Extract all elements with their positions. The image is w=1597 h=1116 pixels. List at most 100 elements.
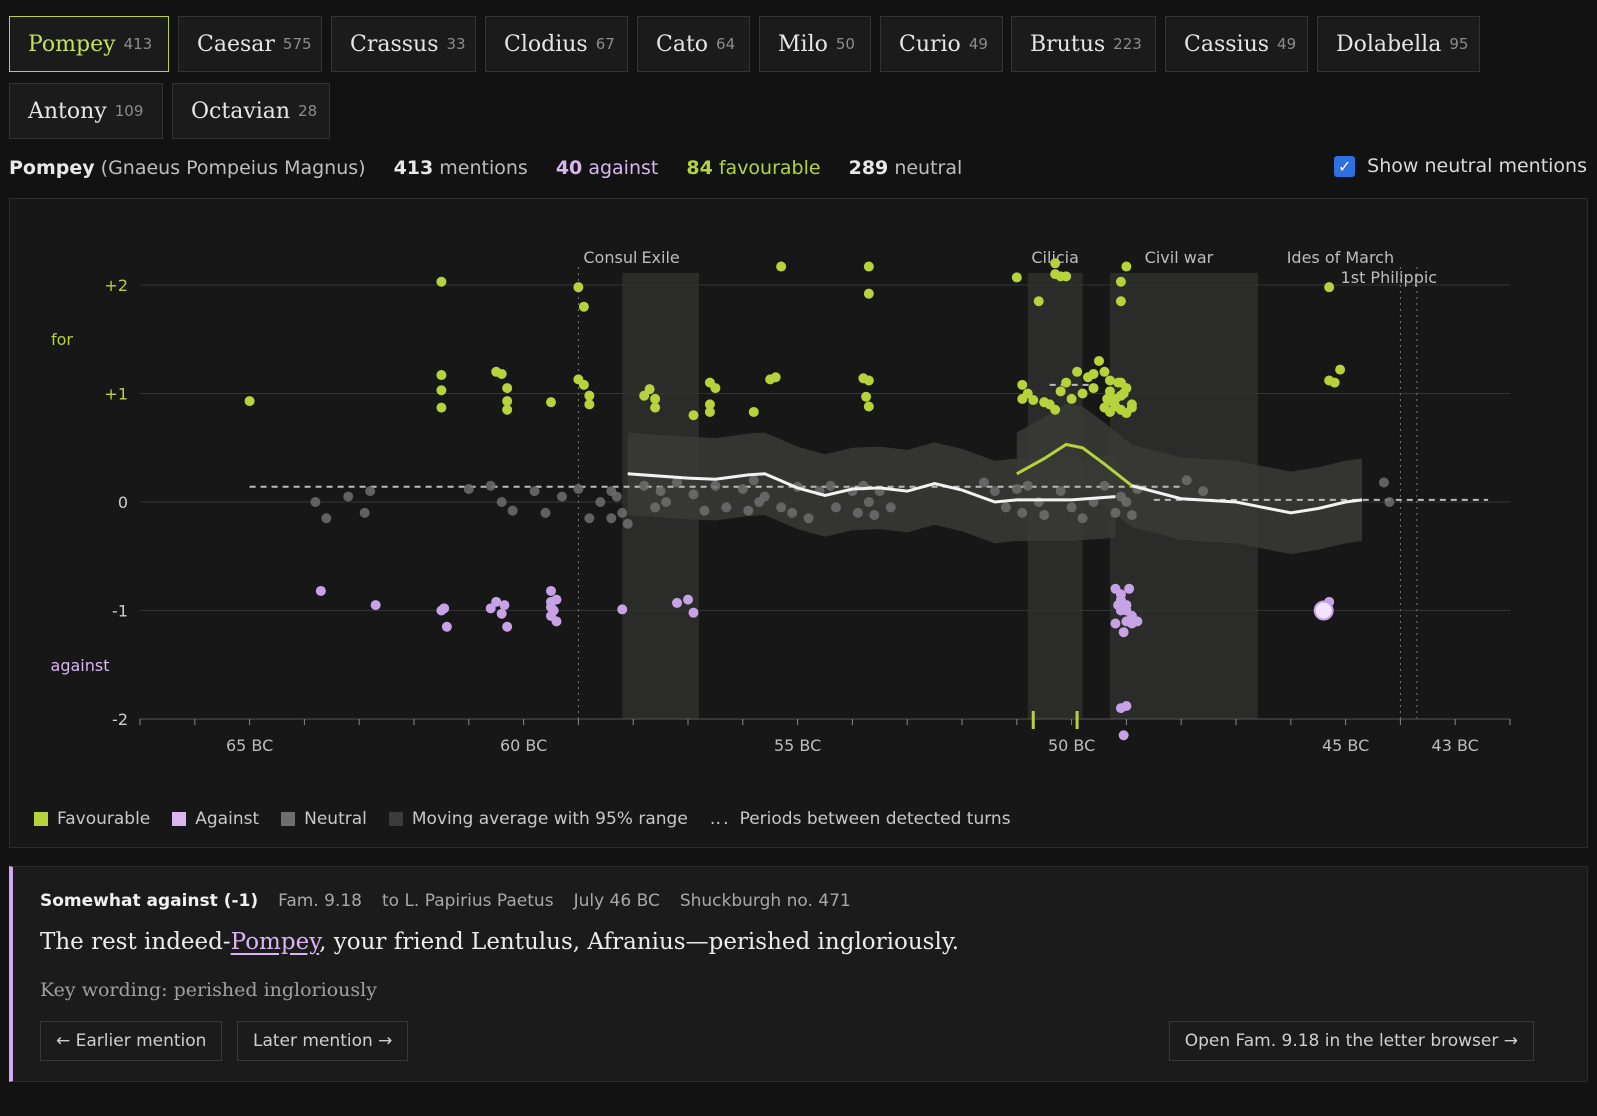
- legend-label: Favourable: [57, 809, 151, 829]
- favourable-point: [1066, 393, 1077, 404]
- x-tick-label: 55 BC: [774, 736, 821, 755]
- tab-curio[interactable]: Curio 49: [880, 16, 1003, 72]
- against-point: [548, 605, 559, 616]
- favourable-point: [436, 385, 447, 396]
- y-tick-label: +2: [104, 276, 128, 295]
- neutral-point: [573, 483, 584, 494]
- shuckburgh-number: Shuckburgh no. 471: [679, 891, 851, 911]
- tab-cassius[interactable]: Cassius 49: [1165, 16, 1308, 72]
- neutral-point: [540, 507, 551, 518]
- neutral-point: [1066, 502, 1077, 513]
- legend-moving-avg: Moving average with 95% range: [388, 809, 688, 829]
- y-tick-label: +1: [104, 385, 128, 404]
- favourable-point: [578, 379, 589, 390]
- period-label: Exile: [641, 248, 679, 267]
- against-label: against: [588, 157, 659, 179]
- neutral-point: [1039, 510, 1050, 521]
- mentions-count: 413: [393, 157, 434, 179]
- favourable-point: [436, 276, 447, 287]
- tab-caesar[interactable]: Caesar 575: [178, 16, 322, 72]
- legend-label: Neutral: [304, 809, 367, 829]
- neutral-point: [885, 502, 896, 513]
- tab-octavian[interactable]: Octavian 28: [172, 83, 330, 139]
- neutral-point: [1378, 477, 1389, 488]
- x-tick-label: 45 BC: [1322, 736, 1369, 755]
- tab-brutus[interactable]: Brutus 223: [1011, 16, 1156, 72]
- tab-label: Cassius: [1184, 31, 1270, 57]
- favourable-point: [1061, 271, 1072, 282]
- against-point: [672, 597, 683, 608]
- tab-label: Cato: [656, 31, 709, 57]
- favourable-point: [1033, 296, 1044, 307]
- tab-crassus[interactable]: Crassus 33: [331, 16, 476, 72]
- x-tick-label: 43 BC: [1432, 736, 1479, 755]
- neutral-point: [310, 497, 321, 507]
- tab-pompey[interactable]: Pompey 413: [9, 16, 169, 72]
- neutral-point: [584, 513, 595, 524]
- x-tick-label: 60 BC: [500, 736, 547, 755]
- favourable-point: [863, 288, 874, 299]
- legend-against: Against: [172, 809, 259, 829]
- against-point: [617, 604, 628, 615]
- tab-count: 49: [968, 35, 988, 53]
- favourable-point: [1072, 366, 1083, 377]
- neutral-point: [1181, 475, 1192, 486]
- favourable-point: [1050, 258, 1061, 269]
- tab-dolabella[interactable]: Dolabella 95: [1317, 16, 1480, 72]
- legend-label: Moving average with 95% range: [411, 809, 688, 829]
- against-point: [551, 594, 562, 605]
- neutral-point: [1110, 507, 1121, 518]
- tab-label: Brutus: [1030, 31, 1106, 57]
- neutral-point: [737, 483, 748, 494]
- neutral-point: [825, 480, 836, 491]
- letter-ref: Fam. 9.18: [278, 891, 362, 911]
- period-label: Civil war: [1145, 248, 1214, 267]
- favourable-point: [502, 396, 513, 407]
- tab-label: Crassus: [350, 31, 439, 57]
- favourable-point: [244, 396, 255, 407]
- neutral-point: [1384, 497, 1395, 507]
- neutral-point: [639, 480, 650, 491]
- open-letter-button[interactable]: Open Fam. 9.18 in the letter browser →: [1168, 1021, 1534, 1061]
- later-mention-button[interactable]: Later mention →: [237, 1021, 409, 1061]
- tab-cato[interactable]: Cato 64: [637, 16, 750, 72]
- tab-count: 33: [446, 35, 466, 53]
- against-point: [546, 585, 556, 596]
- neutral-point: [661, 497, 672, 507]
- checkbox-checked-icon[interactable]: ✓: [1334, 155, 1356, 177]
- against-swatch: [172, 812, 187, 826]
- legend-periods: ‥. Periods between detected turns: [710, 809, 1011, 829]
- neutral-point: [343, 491, 354, 502]
- neutral-point: [650, 502, 661, 513]
- neutral-point: [776, 502, 787, 513]
- favourable-point: [1104, 406, 1115, 417]
- favourable-count: 84: [686, 157, 713, 179]
- letter-date: July 46 BC: [573, 891, 660, 911]
- event-label: 1st Philippic: [1341, 268, 1438, 287]
- quote-highlighted-name: Pompey: [230, 929, 320, 955]
- neutral-point: [611, 491, 622, 502]
- favourable-point: [1335, 364, 1346, 375]
- favourable-point: [1083, 372, 1094, 383]
- neutral-point: [1121, 497, 1132, 507]
- favourable-point: [650, 402, 661, 413]
- tab-milo[interactable]: Milo 50: [759, 16, 871, 72]
- favourable-point: [776, 261, 787, 272]
- earlier-mention-button[interactable]: ← Earlier mention: [40, 1021, 223, 1061]
- favourable-point: [1115, 296, 1126, 307]
- y-tick-label: 0: [118, 493, 128, 512]
- favourable-point: [496, 368, 507, 379]
- favourable-point: [1115, 276, 1126, 287]
- show-neutral-label: Show neutral mentions: [1367, 155, 1587, 177]
- tab-antony[interactable]: Antony 109: [9, 83, 163, 139]
- favourable-point: [748, 406, 759, 417]
- show-neutral-toggle[interactable]: ✓ Show neutral mentions: [1334, 155, 1587, 177]
- neutral-point: [606, 513, 617, 524]
- against-point: [688, 607, 699, 618]
- stance-label: Somewhat against (-1): [40, 891, 259, 911]
- favourable-point: [584, 399, 595, 410]
- y-tick-label: -1: [112, 602, 128, 621]
- quote-after: , your friend Lentulus, Afranius—perishe…: [319, 929, 960, 955]
- chart-svg: +2 +1 0 -1 -2 for against Consul Ides of March1s…: [51, 248, 1511, 755]
- tab-clodius[interactable]: Clodius 67: [485, 16, 628, 72]
